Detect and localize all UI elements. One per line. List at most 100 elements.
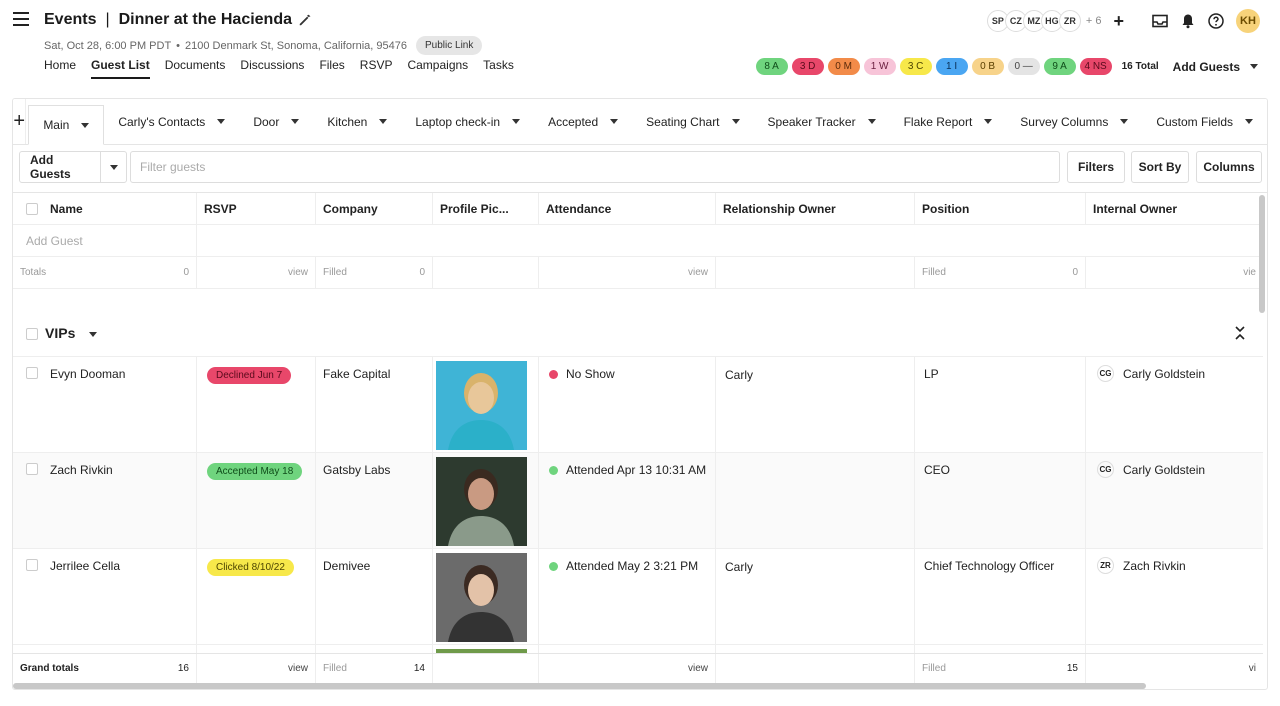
chevron-down-icon[interactable]: [217, 119, 226, 124]
totals-internal[interactable]: vie: [1086, 257, 1263, 288]
column-internal-owner[interactable]: Internal Owner: [1086, 193, 1263, 224]
totals-rsvp[interactable]: view: [197, 257, 316, 288]
grand-rsvp[interactable]: view: [197, 654, 316, 683]
grand-internal[interactable]: vi: [1086, 654, 1263, 683]
add-collaborator-button[interactable]: +: [1113, 11, 1124, 32]
guest-row[interactable]: Zach Rivkin Accepted May 18 Gatsby Labs Att…: [13, 453, 1263, 549]
chevron-down-icon[interactable]: [867, 119, 876, 124]
chevron-down-icon[interactable]: [291, 119, 300, 124]
chevron-down-icon[interactable]: [731, 119, 740, 124]
nav-tab-files[interactable]: Files: [319, 58, 344, 79]
status-pill[interactable]: 1 W: [863, 58, 896, 75]
status-pill[interactable]: 9 A: [1043, 58, 1076, 75]
filters-button[interactable]: Filters: [1067, 151, 1125, 183]
column-position[interactable]: Position: [915, 193, 1086, 224]
totals-attendance[interactable]: view: [539, 257, 716, 288]
collapse-icon[interactable]: [1233, 326, 1247, 340]
column-attendance[interactable]: Attendance: [539, 193, 716, 224]
column-rsvp[interactable]: RSVP: [197, 193, 316, 224]
guest-name[interactable]: Zach Rivkin: [50, 463, 113, 477]
add-guests-top-button[interactable]: Add Guests: [1173, 60, 1258, 74]
internal-owner[interactable]: CG Carly Goldstein: [1097, 365, 1256, 382]
nav-tab-home[interactable]: Home: [44, 58, 76, 79]
view-tab-custom-fields[interactable]: Custom Fields: [1142, 99, 1267, 144]
bell-icon[interactable]: [1180, 13, 1196, 29]
rsvp-badge[interactable]: Clicked 8/10/22: [207, 559, 294, 576]
column-profile-pic[interactable]: Profile Pic...: [433, 193, 539, 224]
group-checkbox[interactable]: [26, 328, 38, 340]
add-guests-label[interactable]: Add Guests: [20, 153, 100, 181]
status-pill[interactable]: 3 C: [899, 58, 932, 75]
column-name[interactable]: Name: [13, 193, 197, 224]
status-pill[interactable]: 0 B: [971, 58, 1004, 75]
nav-tab-documents[interactable]: Documents: [165, 58, 226, 79]
profile-photo[interactable]: [436, 361, 527, 450]
view-tab-laptop-check-in[interactable]: Laptop check-in: [401, 99, 534, 144]
view-tab-speaker-tracker[interactable]: Speaker Tracker: [754, 99, 890, 144]
help-icon[interactable]: [1208, 13, 1224, 29]
add-guests-top-label[interactable]: Add Guests: [1173, 60, 1240, 74]
add-guests-button[interactable]: Add Guests: [19, 151, 127, 183]
add-guests-dropdown[interactable]: [100, 152, 126, 182]
nav-tab-guest-list[interactable]: Guest List: [91, 58, 150, 79]
vertical-scrollbar[interactable]: [1259, 195, 1265, 313]
view-tab-flake-report[interactable]: Flake Report: [890, 99, 1007, 144]
sort-by-button[interactable]: Sort By: [1131, 151, 1189, 183]
guest-row[interactable]: Jerrilee Cella Clicked 8/10/22 Demivee Atte…: [13, 549, 1263, 645]
chevron-down-icon[interactable]: [512, 119, 521, 124]
nav-tab-rsvp[interactable]: RSVP: [360, 58, 393, 79]
chevron-down-icon[interactable]: [81, 122, 90, 128]
internal-owner[interactable]: ZR Zach Rivkin: [1097, 557, 1256, 574]
view-tab-seating-chart[interactable]: Seating Chart: [632, 99, 753, 144]
view-tab-survey-columns[interactable]: Survey Columns: [1006, 99, 1142, 144]
columns-button[interactable]: Columns: [1196, 151, 1262, 183]
chevron-down-icon[interactable]: [1250, 64, 1258, 69]
chevron-down-icon[interactable]: [89, 332, 97, 337]
grand-attendance[interactable]: view: [539, 654, 716, 683]
select-all-checkbox[interactable]: [26, 202, 38, 215]
view-tab-main[interactable]: Main: [28, 105, 105, 145]
chevron-down-icon[interactable]: [1120, 119, 1129, 124]
pencil-icon[interactable]: [298, 13, 312, 27]
inbox-icon[interactable]: [1152, 13, 1168, 29]
filter-guests-input[interactable]: [130, 151, 1060, 183]
view-tab-accepted[interactable]: Accepted: [534, 99, 632, 144]
view-tab-carly-s-contacts[interactable]: Carly's Contacts: [104, 99, 239, 144]
column-company[interactable]: Company: [316, 193, 433, 224]
chevron-down-icon[interactable]: [1245, 119, 1253, 124]
rsvp-badge[interactable]: Accepted May 18: [207, 463, 303, 480]
row-checkbox[interactable]: [26, 559, 38, 571]
add-view-button[interactable]: +: [13, 99, 27, 144]
internal-owner[interactable]: CG Carly Goldstein: [1097, 461, 1256, 478]
column-relationship-owner[interactable]: Relationship Owner: [716, 193, 915, 224]
nav-tab-discussions[interactable]: Discussions: [240, 58, 304, 79]
horizontal-scrollbar[interactable]: [13, 683, 1146, 689]
status-pill[interactable]: 0 M: [827, 58, 860, 75]
status-pill[interactable]: 4 NS: [1079, 58, 1112, 75]
profile-photo[interactable]: [436, 553, 527, 642]
status-pill[interactable]: 8 A: [755, 58, 788, 75]
guest-name[interactable]: Jerrilee Cella: [50, 559, 120, 573]
nav-tab-tasks[interactable]: Tasks: [483, 58, 514, 79]
chevron-down-icon[interactable]: [984, 119, 993, 124]
more-collaborators[interactable]: + 6: [1086, 15, 1102, 27]
view-tab-door[interactable]: Door: [239, 99, 313, 144]
public-link-button[interactable]: Public Link: [416, 36, 483, 55]
rsvp-badge[interactable]: Declined Jun 7: [207, 367, 292, 384]
view-tab-kitchen[interactable]: Kitchen: [313, 99, 401, 144]
chevron-down-icon[interactable]: [610, 119, 619, 124]
collaborator-avatar[interactable]: ZR: [1058, 10, 1081, 32]
status-pill[interactable]: 1 I: [935, 58, 968, 75]
collaborator-avatars[interactable]: SP CZ MZ HG ZR: [986, 10, 1081, 32]
status-pill[interactable]: 0 —: [1007, 58, 1040, 75]
row-checkbox[interactable]: [26, 463, 38, 475]
user-avatar[interactable]: KH: [1236, 9, 1260, 33]
menu-icon[interactable]: [13, 12, 29, 26]
nav-tab-campaigns[interactable]: Campaigns: [407, 58, 468, 79]
chevron-down-icon[interactable]: [379, 119, 388, 124]
breadcrumb-events[interactable]: Events: [44, 11, 96, 29]
guest-row[interactable]: Evyn Dooman Declined Jun 7 Fake Capital No …: [13, 357, 1263, 453]
status-pill[interactable]: 3 D: [791, 58, 824, 75]
guest-name[interactable]: Evyn Dooman: [50, 367, 125, 381]
profile-photo[interactable]: [436, 457, 527, 546]
